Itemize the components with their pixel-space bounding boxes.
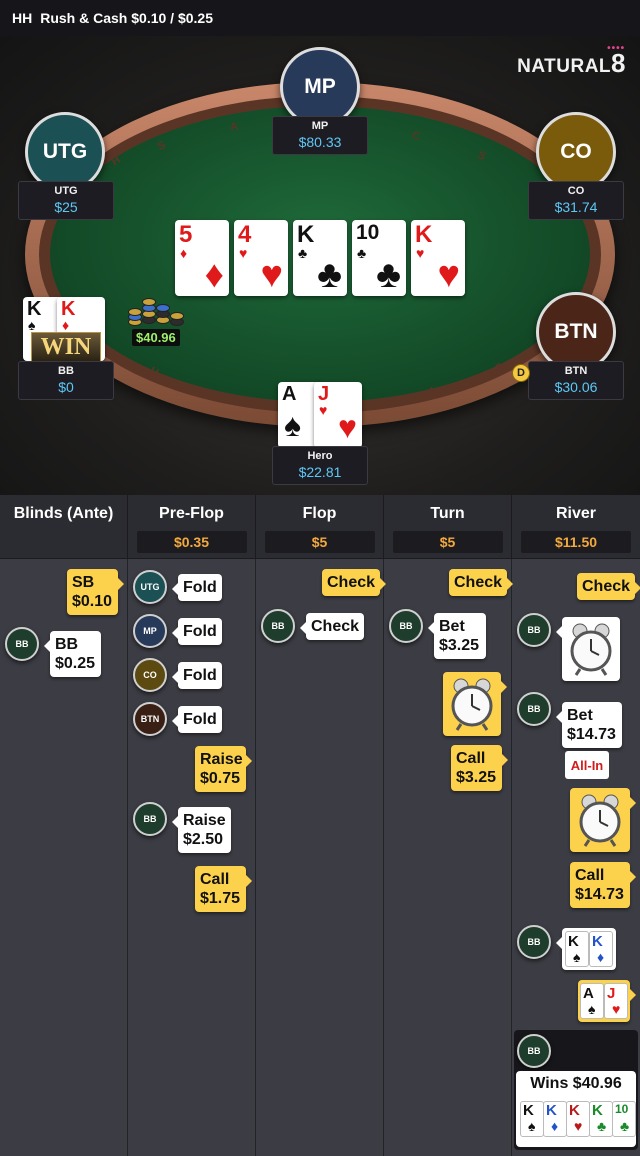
table-title: Rush & Cash $0.10 / $0.25 [40,10,213,26]
top-bar: HH Rush & Cash $0.10 / $0.25 [0,0,640,36]
column-header-flop: Flop $5 [256,495,384,559]
showdown-card: K ♠ [565,931,589,967]
dealer-button: D [512,364,530,382]
preflop-pot: $0.35 [136,531,247,553]
bb-position-badge: BB [261,609,295,643]
seat-utg-stack: $25 [54,199,78,215]
bb-position-badge: BB [517,925,551,959]
seat-btn-name: BTN [564,365,588,377]
seat-utg-name: UTG [54,185,78,197]
hero-call-bubble: Call $14.73 [570,862,636,908]
bb-position-badge: BB [517,1034,551,1068]
seat-co-avatar[interactable]: CO [536,112,616,192]
showdown-card: J ♥ [604,983,628,1019]
seat-bb-stack: $0 [58,379,74,395]
pot-chips-icon [128,298,186,330]
utg-position-badge: UTG [133,570,167,604]
flop-pot: $5 [264,531,375,553]
utg-action-bubble: Fold [172,574,222,601]
seat-bb-plate[interactable]: BB $0 [18,361,114,400]
seat-mp-plate[interactable]: MP $80.33 [272,116,368,155]
mp-position-badge: MP [133,614,167,648]
column-divider [127,559,128,1156]
seat-btn-avatar[interactable]: BTN [536,292,616,372]
hero-hole-card: J ♥ ♥ [314,382,362,448]
bb-position-badge: BB [517,692,551,726]
seat-btn-plate[interactable]: BTN $30.06 [528,361,624,400]
showdown-card: K ♦ [589,931,613,967]
alarm-clock-icon [570,623,612,676]
showdown-card: A ♠ [580,983,604,1019]
co-position-badge: CO [133,658,167,692]
co-action-bubble: Fold [172,662,222,689]
column-header-preflop: Pre-Flop $0.35 [128,495,256,559]
natural8-logo: •••• NATURAL8 [517,43,626,78]
bb-timebank-bubble [556,617,620,681]
turn-pot: $5 [392,531,503,553]
bb-position-badge: BB [389,609,423,643]
alarm-clock-icon [451,678,493,731]
game-type: HH [12,10,33,26]
all-in-badge: All-In [565,751,609,779]
river-pot: $11.50 [521,531,631,553]
column-header-river: River $11.50 [512,495,640,559]
bb-bet-bubble: Bet $3.25 [428,613,486,659]
mp-action-bubble: Fold [172,618,222,645]
bb-position-badge: BB [133,802,167,836]
board-card: 10 ♣ ♣ [352,220,406,296]
sb-post-bubble: SB $0.10 [67,569,124,615]
hero-check-bubble: Check [322,569,387,596]
winning-hand-card: K ♠ [520,1101,544,1137]
bb-position-badge: BB [517,613,551,647]
seat-mp-avatar[interactable]: MP [280,47,360,127]
board-card: K ♥ ♥ [411,220,465,296]
seat-co-plate[interactable]: CO $31.74 [528,181,624,220]
btn-position-badge: BTN [133,702,167,736]
wins-amount: Wins $40.96 [530,1075,622,1092]
hero-check-bubble: Check [449,569,514,596]
board-card: K ♣ ♣ [293,220,347,296]
bb-bet-bubble: Bet $14.73 [556,702,622,748]
column-header-blinds: Blinds (Ante) [0,495,128,559]
column-divider [383,559,384,1156]
seat-mp-name: MP [311,120,329,132]
bb-post-bubble: BB $0.25 [44,631,101,677]
winning-hand-card: K ♦ [543,1101,567,1137]
winning-hand-card: K ♣ [589,1101,613,1137]
hero-showdown-bubble: A ♠ J ♥ [578,980,636,1022]
pot-amount: $40.96 [132,329,180,346]
seat-bb-name: BB [58,365,74,377]
seat-hero-plate[interactable]: Hero $22.81 [272,446,368,485]
seat-utg-avatar[interactable]: UTG [25,112,105,192]
winning-hand-card: 10 ♣ [612,1101,636,1137]
seat-co-stack: $31.74 [554,199,598,215]
column-divider [255,559,256,1156]
seat-hero-stack: $22.81 [298,464,342,480]
seat-hero-name: Hero [307,450,333,462]
seat-btn-stack: $30.06 [554,379,598,395]
logo-dots-icon: •••• [607,43,626,54]
bb-position-badge: BB [5,627,39,661]
board-card: 5 ♦ ♦ [175,220,229,296]
column-divider [511,559,512,1156]
btn-action-bubble: Fold [172,706,222,733]
bb-check-bubble: Check [299,613,365,640]
alarm-clock-icon [579,794,621,847]
column-header-turn: Turn $5 [384,495,512,559]
hero-call-bubble: Call $1.75 [195,866,252,912]
board-card: 4 ♥ ♥ [234,220,288,296]
seat-mp-stack: $80.33 [298,134,342,150]
seat-co-name: CO [567,185,585,197]
seat-utg-plate[interactable]: UTG $25 [18,181,114,220]
bb-raise-bubble: Raise $2.50 [172,807,231,853]
winning-hand-card: K ♥ [566,1101,590,1137]
hero-check-bubble: Check [577,573,640,600]
hero-timebank-bubble [570,788,636,852]
hero-timebank-bubble [443,672,507,736]
hero-raise-bubble: Raise $0.75 [195,746,252,792]
win-banner: WIN [31,332,101,362]
bb-showdown-bubble: K ♠ K ♦ [556,928,616,970]
hero-call-bubble: Call $3.25 [451,745,508,791]
